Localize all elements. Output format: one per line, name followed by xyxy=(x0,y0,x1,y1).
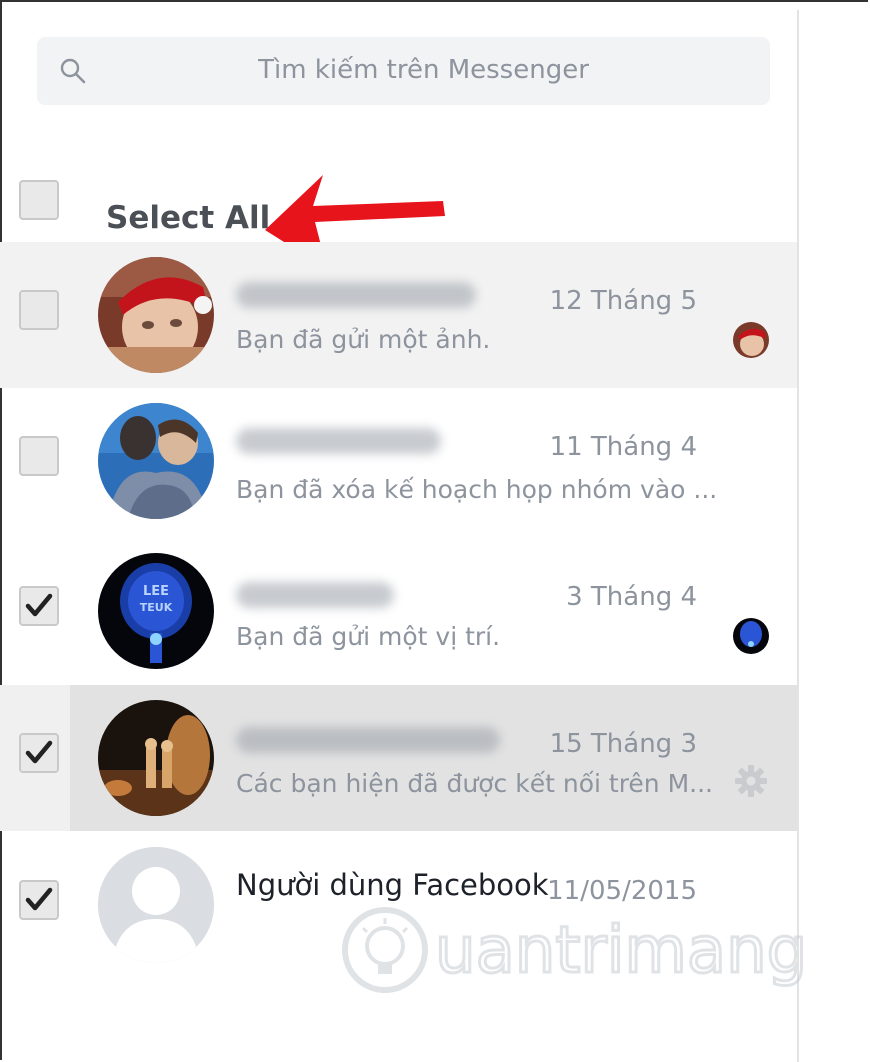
row-checkbox[interactable] xyxy=(19,436,59,476)
avatar: LEE TEUK xyxy=(98,553,214,669)
avatar xyxy=(98,403,214,519)
search-bar[interactable]: Tìm kiếm trên Messenger xyxy=(37,37,770,105)
watermark-text: uantrimang xyxy=(435,914,807,988)
conversation-snippet: Bạn đã gửi một vị trí. xyxy=(236,622,501,651)
conversation-date: 15 Tháng 3 xyxy=(549,729,697,759)
checkmark-icon xyxy=(25,740,53,764)
search-placeholder: Tìm kiếm trên Messenger xyxy=(258,55,589,85)
conversation-date: 12 Tháng 5 xyxy=(549,286,697,316)
read-receipt-avatar xyxy=(733,618,769,654)
conversation-row[interactable]: 12 Tháng 5 Bạn đã gửi một ảnh. xyxy=(0,242,797,388)
row-checkbox[interactable] xyxy=(19,880,59,920)
select-all-label[interactable]: Select All xyxy=(106,200,270,236)
conversation-snippet: Bạn đã gửi một ảnh. xyxy=(236,325,491,354)
read-receipt-avatar xyxy=(733,322,769,358)
row-checkbox[interactable] xyxy=(19,290,59,330)
conversation-date: 3 Tháng 4 xyxy=(566,582,697,612)
conversation-row[interactable]: LEE TEUK 3 Tháng 4 Bạn đã gửi một vị trí… xyxy=(0,538,797,684)
default-avatar-icon xyxy=(98,847,214,963)
avatar xyxy=(98,700,214,816)
conversation-row[interactable]: 15 Tháng 3 Các bạn hiện đã được kết nối … xyxy=(0,685,797,831)
row-checkbox[interactable] xyxy=(19,586,59,626)
contact-name-blurred xyxy=(236,582,394,608)
checkmark-icon xyxy=(25,593,53,617)
conversation-date: 11 Tháng 4 xyxy=(549,432,697,462)
contact-name-blurred xyxy=(236,727,500,753)
select-all-checkbox[interactable] xyxy=(19,180,59,220)
row-checkbox[interactable] xyxy=(19,733,59,773)
avatar xyxy=(98,257,214,373)
contact-name: Người dùng Facebook xyxy=(236,868,549,902)
conversation-snippet: Bạn đã xóa kế hoạch họp nhóm vào ... xyxy=(236,475,718,504)
gear-icon[interactable] xyxy=(733,763,769,799)
watermark-logo: uantrimang xyxy=(342,907,809,993)
conversation-row[interactable]: 11 Tháng 4 Bạn đã xóa kế hoạch họp nhóm … xyxy=(0,388,797,534)
svg-text:TEUK: TEUK xyxy=(140,601,173,614)
conversation-snippet: Các bạn hiện đã được kết nối trên M... xyxy=(236,769,714,798)
svg-text:LEE: LEE xyxy=(143,584,169,599)
checkmark-icon xyxy=(25,887,53,911)
contact-name-blurred xyxy=(236,428,441,454)
contact-name-blurred xyxy=(236,282,476,308)
